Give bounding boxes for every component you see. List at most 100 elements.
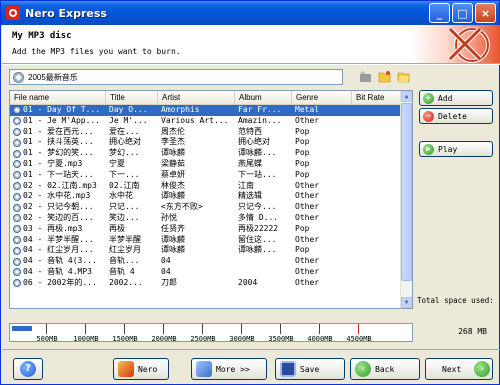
table-cell: 下一站... xyxy=(238,169,277,179)
table-cell: 梁静茹 xyxy=(161,158,185,168)
column-header-file-name[interactable]: File name xyxy=(10,91,106,105)
nero-app-icon xyxy=(6,6,20,20)
title-bar[interactable]: Nero Express _ □ × xyxy=(1,1,499,25)
more-button-label: More >> xyxy=(216,364,250,374)
table-cell: <东方不败> xyxy=(161,202,203,212)
table-cell: 梦幻... xyxy=(109,148,140,158)
file-name-text: 04 - 音轨 4.MP3 xyxy=(23,266,92,276)
maximize-button[interactable]: □ xyxy=(452,3,473,23)
column-header-bit-rate[interactable]: Bit Rate xyxy=(352,91,402,105)
up-folder-icon[interactable] xyxy=(359,70,372,83)
file-name-text: 04 - 红尘岁月... xyxy=(23,245,94,255)
capacity-tick-label: 500MB xyxy=(36,335,58,343)
table-cell: Far Fr... xyxy=(238,105,282,114)
nero-button[interactable]: Nero xyxy=(113,358,169,380)
capacity-tick-mark xyxy=(202,324,203,334)
browse-folder-icon[interactable] xyxy=(397,70,410,83)
vertical-scrollbar[interactable]: ▲ ▼ xyxy=(400,91,412,308)
mp3-file-icon xyxy=(13,171,21,180)
new-folder-icon[interactable] xyxy=(378,70,391,83)
mp3-file-icon xyxy=(13,279,21,288)
table-row[interactable]: 01 - 下一站天... 下一... 蔡卓妍 下一站... Pop xyxy=(10,170,402,181)
table-cell: Other xyxy=(295,266,320,276)
add-button[interactable]: + Add xyxy=(419,90,493,106)
compilation-name: 2005最新音乐 xyxy=(28,72,78,82)
table-row[interactable]: 02 - 02.江南.mp3 02.江南 林俊杰 江南 Other xyxy=(10,181,402,192)
table-row[interactable]: 01 - 宁夏.mp3 宁夏 梁静茹 燕尾蝶 Pop xyxy=(10,159,402,170)
mp3-file-icon xyxy=(13,225,21,234)
mp3-file-icon xyxy=(13,203,21,212)
table-cell: 01 - 下一站天... xyxy=(10,170,106,181)
table-row[interactable]: 04 - 红尘岁月... 红尘岁月 谭咏麟 谭咏麟... Pop xyxy=(10,245,402,256)
table-cell: Pop xyxy=(295,223,310,233)
file-list[interactable]: File name Title Artist Album Genre Bit R… xyxy=(9,90,413,309)
file-name-text: 01 - 宁夏.mp3 xyxy=(23,158,83,168)
next-button-label: Next xyxy=(442,364,462,374)
table-cell: 蔡卓妍 xyxy=(161,169,185,179)
table-row[interactable]: 02 - 水中花.mp3 水中花 谭咏麟 精选辑 Other xyxy=(10,191,402,202)
next-button[interactable]: Next › xyxy=(425,358,493,380)
mp3-file-icon xyxy=(13,214,21,223)
table-row[interactable]: 01 - 爱在西元... 爱在... 周杰伦 范特西 Pop xyxy=(10,127,402,138)
mp3-file-icon xyxy=(13,181,21,190)
table-cell: 谭咏麟 xyxy=(161,148,185,158)
table-row[interactable]: 04 - 音轨 4.MP3 音轨 4 04 Other xyxy=(10,267,402,278)
column-header-album[interactable]: Album xyxy=(235,91,292,105)
file-list-rows: 01 - Day Of T... Day O... Amorphis Far Fr..… xyxy=(10,105,402,289)
play-button[interactable]: ▶ Play xyxy=(419,141,493,157)
table-cell: 04 xyxy=(161,256,171,266)
table-cell: 下一... xyxy=(109,169,140,179)
disc-icon xyxy=(13,71,24,83)
table-cell: Other xyxy=(295,180,320,190)
save-button[interactable]: Save xyxy=(275,358,345,380)
mp3-file-icon xyxy=(13,138,21,147)
compilation-name-field[interactable]: 2005最新音乐 xyxy=(9,69,343,85)
column-header-genre[interactable]: Genre xyxy=(292,91,352,105)
table-cell: Pop xyxy=(295,158,310,168)
table-cell: 谭咏麟... xyxy=(238,245,277,255)
column-header-title[interactable]: Title xyxy=(106,91,158,105)
more-button[interactable]: More >> xyxy=(191,358,267,380)
table-row[interactable]: 06 - 2002年的... 2002... 刀郎 2004 Other xyxy=(10,278,402,289)
capacity-tick-mark xyxy=(85,324,86,334)
delete-button[interactable]: − Delete xyxy=(419,108,493,124)
capacity-tick-label: 2000MB xyxy=(151,335,177,343)
table-cell: 精选辑 xyxy=(238,191,262,201)
table-row[interactable]: 04 - 音轨 4(3... 音轨... 04 Other xyxy=(10,256,402,267)
table-row[interactable]: 02 - 笑边的百... 笑边... 孙悦 多情 D... Other xyxy=(10,213,402,224)
help-button[interactable]: ? xyxy=(13,358,43,380)
capacity-tick-label: 4500MB xyxy=(346,335,372,343)
window-controls: _ □ × xyxy=(429,3,496,23)
table-cell: 江南 xyxy=(238,180,254,190)
table-cell: 燕尾蝶 xyxy=(238,158,262,168)
red-minus-icon: − xyxy=(423,110,434,122)
table-row[interactable]: 02 - 只记今朝... 只记... <东方不败> 只记今... Other xyxy=(10,202,402,213)
back-button[interactable]: ‹ Back xyxy=(350,358,420,380)
mp3-file-icon xyxy=(13,246,21,255)
mp3-file-icon xyxy=(13,117,21,126)
table-row[interactable]: 03 - 再极.mp3 再极 任贤齐 再极22222 Pop xyxy=(10,224,402,235)
table-cell: 谭咏麟 xyxy=(161,234,185,244)
play-button-label: Play xyxy=(438,144,458,154)
capacity-tick-label: 1000MB xyxy=(73,335,99,343)
table-cell: Other xyxy=(295,212,320,222)
table-row[interactable]: 04 - 半梦半醒... 半梦半醒 谭咏麟 留住这... Other xyxy=(10,235,402,246)
column-header-artist[interactable]: Artist xyxy=(158,91,235,105)
wizard-footer: ? Nero More >> Save ‹ Back Next › xyxy=(2,349,500,385)
scrollbar-thumb[interactable] xyxy=(401,103,412,281)
scroll-up-arrow-icon[interactable]: ▲ xyxy=(401,91,412,102)
more-icon xyxy=(196,361,212,377)
table-row[interactable]: 01 - Je M'App... Je M'... Various Art... Am… xyxy=(10,116,402,127)
table-row[interactable]: 01 - Day Of T... Day O... Amorphis Far Fr..… xyxy=(10,105,402,116)
table-row[interactable]: 01 - 梦幻的笑... 梦幻... 谭咏麟 谭咏麟... Pop xyxy=(10,148,402,159)
table-cell: 01 - 宁夏.mp3 xyxy=(10,159,106,170)
table-row[interactable]: 01 - 挟斗荡英... 拥心绝对 李圣杰 拥心绝对 Pop xyxy=(10,137,402,148)
close-button[interactable]: × xyxy=(475,3,496,23)
help-icon: ? xyxy=(20,361,36,377)
minimize-button[interactable]: _ xyxy=(429,3,450,23)
table-cell: 04 - 红尘岁月... xyxy=(10,245,106,256)
table-cell: 刀郎 xyxy=(161,277,177,287)
window-title: Nero Express xyxy=(25,6,107,20)
table-cell: Other xyxy=(295,234,320,244)
scroll-down-arrow-icon[interactable]: ▼ xyxy=(401,297,412,308)
